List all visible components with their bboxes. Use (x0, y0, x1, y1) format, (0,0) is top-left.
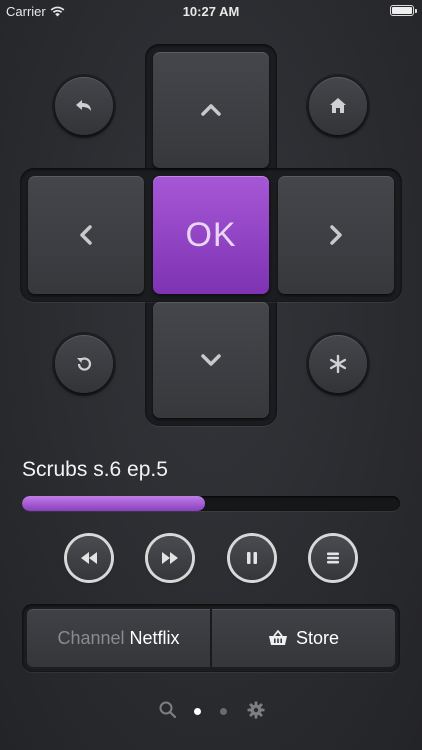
playback-progress-fill (22, 496, 206, 511)
back-button[interactable] (55, 77, 113, 135)
store-button[interactable]: Store (212, 609, 395, 667)
home-button[interactable] (309, 77, 367, 135)
now-playing-title: Scrubs s.6 ep.5 (22, 458, 168, 481)
menu-button[interactable] (311, 536, 355, 580)
pause-icon (247, 552, 257, 564)
rewind-button[interactable] (67, 536, 111, 580)
dpad-up-button[interactable] (153, 52, 269, 168)
pause-button[interactable] (230, 536, 274, 580)
menu-icon (327, 552, 339, 564)
page-dot-1[interactable] (194, 708, 201, 715)
replay-button[interactable] (55, 335, 113, 393)
page-controls (0, 700, 422, 722)
fast-forward-icon (162, 552, 178, 564)
dpad-right-button[interactable] (278, 176, 394, 294)
back-arrow-icon (76, 100, 91, 111)
status-time: 10:27 AM (182, 4, 240, 19)
channel-label: Channel (57, 627, 125, 648)
dpad-down-button[interactable] (153, 302, 269, 418)
playback-progress-bar[interactable] (22, 496, 400, 511)
channel-value: Netflix (129, 627, 180, 648)
search-icon[interactable] (158, 700, 178, 720)
page-dot-2[interactable] (220, 708, 227, 715)
rewind-icon (81, 552, 97, 564)
basket-icon (268, 630, 287, 645)
replay-icon (77, 357, 92, 371)
dpad-left-button[interactable] (28, 176, 144, 294)
chevron-down-icon (201, 354, 221, 366)
fast-forward-button[interactable] (148, 536, 192, 580)
battery-icon (390, 5, 417, 16)
gear-icon[interactable] (246, 700, 266, 720)
channel-button[interactable]: Channel Netflix (27, 609, 210, 667)
chevron-left-icon (80, 225, 92, 245)
asterisk-icon (329, 354, 347, 374)
chevron-right-icon (330, 225, 342, 245)
store-label: Store (295, 627, 340, 648)
chevron-up-icon (201, 104, 221, 116)
status-bar: Carrier 10:27 AM (0, 0, 422, 22)
ok-button[interactable]: OK (153, 176, 269, 294)
channel-store-bar: Channel Netflix Store (22, 604, 400, 672)
home-icon (330, 98, 346, 113)
options-button[interactable] (309, 335, 367, 393)
